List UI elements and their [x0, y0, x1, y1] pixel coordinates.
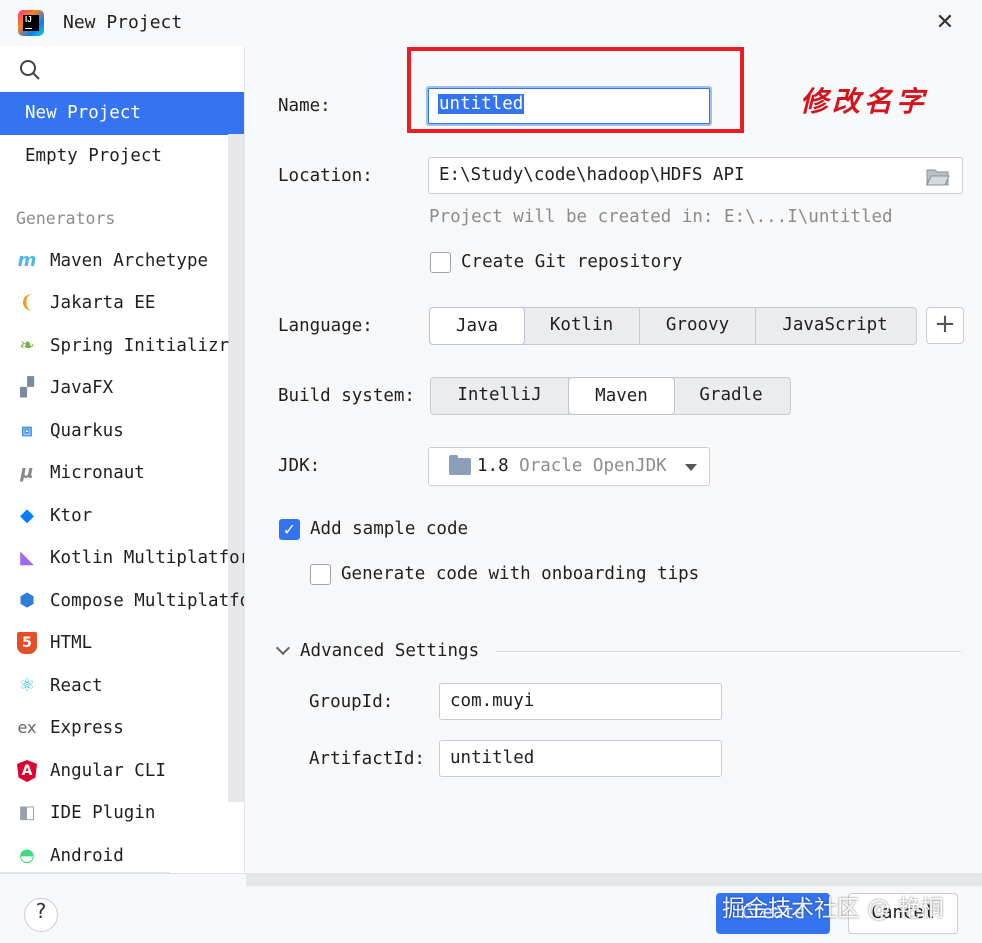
- location-label: Location:: [278, 166, 373, 186]
- javafx-icon: ▞: [20, 377, 34, 398]
- generator-label: Express: [50, 718, 124, 738]
- generator-ide-plugin[interactable]: ◧ IDE Plugin: [0, 792, 244, 834]
- sidebar-item-new-project[interactable]: New Project: [0, 92, 244, 135]
- generator-label: Micronaut: [50, 463, 145, 483]
- close-icon[interactable]: ✕: [932, 10, 958, 36]
- generator-angular-cli[interactable]: A Angular CLI: [0, 750, 244, 792]
- generator-maven-archetype[interactable]: m Maven Archetype: [0, 240, 244, 282]
- generator-label: Compose Multiplatform: [50, 591, 244, 611]
- generator-express[interactable]: ex Express: [0, 707, 244, 749]
- group-id-input[interactable]: com.muyi: [439, 683, 722, 720]
- generators-header: Generators: [16, 209, 116, 228]
- spring-icon: ❧: [19, 335, 35, 356]
- jdk-folder-icon: [449, 455, 471, 475]
- language-selector: Java Kotlin Groovy JavaScript: [429, 307, 917, 345]
- divider: [496, 651, 961, 652]
- annotation-highlight-box: [407, 47, 744, 133]
- react-icon: ⚛: [18, 675, 36, 696]
- jdk-label: JDK:: [278, 456, 321, 476]
- language-option-javascript[interactable]: JavaScript: [756, 308, 914, 344]
- generator-micronaut[interactable]: μ Micronaut: [0, 452, 244, 494]
- language-option-java[interactable]: Java: [429, 307, 525, 345]
- compose-icon: ⬢: [19, 590, 35, 611]
- generator-label: React: [50, 676, 103, 696]
- build-option-gradle[interactable]: Gradle: [674, 378, 788, 414]
- maven-icon: m: [17, 250, 37, 271]
- title-bar: IJ New Project ✕: [0, 0, 982, 46]
- generator-react[interactable]: ⚛ React: [0, 665, 244, 707]
- android-icon: ◓: [19, 845, 35, 866]
- micronaut-icon: μ: [20, 462, 34, 483]
- generator-kotlin-multiplatform[interactable]: ◣ Kotlin Multiplatform: [0, 537, 245, 579]
- location-input[interactable]: E:\Study\code\hadoop\HDFS API: [428, 157, 963, 194]
- artifact-id-input[interactable]: untitled: [439, 740, 722, 777]
- generator-label: JavaFX: [50, 378, 114, 398]
- generator-label: Ktor: [50, 506, 93, 526]
- generator-label: IDE Plugin: [50, 803, 156, 823]
- jdk-vendor: Oracle OpenJDK: [519, 456, 667, 476]
- project-form: Name: untitled Location: E:\Study\code\h…: [246, 46, 982, 873]
- help-button[interactable]: ?: [24, 898, 58, 932]
- artifact-id-label: ArtifactId:: [309, 749, 425, 769]
- generator-spring-initializr[interactable]: ❧ Spring Initializr: [0, 325, 244, 367]
- add-language-button[interactable]: +: [926, 307, 964, 344]
- group-id-label: GroupId:: [309, 692, 394, 712]
- build-system-selector: IntelliJ Maven Gradle: [430, 377, 791, 415]
- git-repo-checkbox[interactable]: [430, 252, 451, 273]
- generator-label: Jakarta EE: [50, 293, 156, 313]
- generator-ktor[interactable]: ◆ Ktor: [0, 495, 244, 537]
- build-option-maven[interactable]: Maven: [568, 377, 675, 415]
- sample-code-label: Add sample code: [310, 519, 469, 539]
- generator-javafx[interactable]: ▞ JavaFX: [0, 367, 244, 409]
- language-option-groovy[interactable]: Groovy: [640, 308, 756, 344]
- sidebar-item-label: Empty Project: [25, 146, 162, 166]
- generator-label: Maven Archetype: [50, 251, 209, 271]
- onboarding-tips-checkbox[interactable]: [310, 564, 331, 585]
- generator-jakarta-ee[interactable]: ❨ Jakarta EE: [0, 282, 244, 324]
- express-icon: ex: [17, 718, 37, 737]
- generator-compose-multiplatform[interactable]: ⬢ Compose Multiplatform: [0, 580, 244, 622]
- generator-label: Spring Initializr: [50, 336, 230, 356]
- language-label: Language:: [278, 316, 373, 336]
- generator-label: Android: [50, 846, 124, 866]
- generator-quarkus[interactable]: ⧈ Quarkus: [0, 410, 244, 452]
- git-repo-label: Create Git repository: [461, 252, 683, 272]
- search-icon[interactable]: [18, 58, 42, 82]
- ktor-icon: ◆: [20, 505, 34, 526]
- jakarta-ee-icon: ❨: [19, 292, 35, 313]
- jdk-version: 1.8: [477, 456, 509, 476]
- annotation-text: 修改名字: [800, 85, 929, 118]
- name-label: Name:: [278, 96, 331, 116]
- chevron-down-icon: [685, 464, 697, 471]
- jdk-dropdown[interactable]: 1.8 Oracle OpenJDK: [428, 447, 710, 486]
- location-input-value: E:\Study\code\hadoop\HDFS API: [439, 165, 745, 185]
- folder-browse-icon[interactable]: [926, 168, 950, 186]
- window-title: New Project: [63, 12, 183, 33]
- generator-android[interactable]: ◓ Android: [0, 835, 244, 877]
- quarkus-icon: ⧈: [21, 420, 33, 441]
- language-option-kotlin[interactable]: Kotlin: [524, 308, 640, 344]
- html5-icon: 5: [17, 632, 37, 654]
- plugin-icon: ◧: [18, 802, 36, 823]
- sample-code-checkbox[interactable]: ✓: [279, 519, 300, 540]
- kotlin-icon: ◣: [20, 547, 34, 568]
- chevron-down-icon[interactable]: [275, 640, 291, 656]
- sidebar-item-empty-project[interactable]: Empty Project: [0, 135, 228, 178]
- advanced-settings-toggle[interactable]: Advanced Settings: [300, 641, 479, 661]
- build-system-label: Build system:: [278, 386, 415, 406]
- sidebar: New Project Empty Project Generators m M…: [0, 46, 245, 886]
- generator-label: Kotlin Multiplatform: [50, 548, 245, 568]
- intellij-logo-icon: IJ: [18, 10, 44, 36]
- angular-icon: A: [17, 760, 37, 782]
- generator-html[interactable]: 5 HTML: [0, 622, 244, 664]
- generator-label: Angular CLI: [50, 761, 166, 781]
- generator-label: Quarkus: [50, 421, 124, 441]
- onboarding-tips-label: Generate code with onboarding tips: [341, 564, 700, 584]
- generator-label: HTML: [50, 633, 93, 653]
- form-horizontal-scrollbar[interactable]: [246, 873, 982, 886]
- watermark: 掘金技术社区 @ 艳桐: [722, 896, 944, 922]
- location-hint: Project will be created in: E:\...I\unti…: [429, 207, 893, 227]
- build-option-intellij[interactable]: IntelliJ: [431, 378, 569, 414]
- sidebar-item-label: New Project: [25, 103, 141, 123]
